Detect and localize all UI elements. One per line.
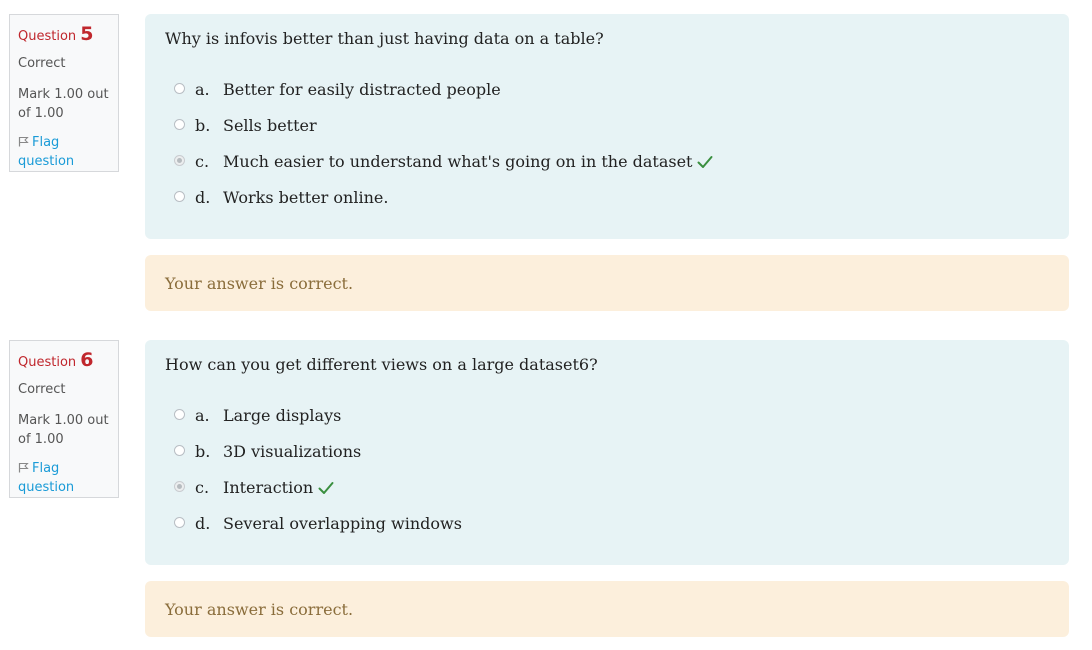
- answer-text: Large displays: [223, 406, 342, 425]
- answer-letter: a.: [195, 406, 210, 425]
- checkmark-icon: [318, 482, 334, 494]
- answer-radio-selected[interactable]: [174, 481, 185, 492]
- answer-radio[interactable]: [174, 83, 185, 94]
- question-number-value: 6: [80, 349, 94, 371]
- answer-option[interactable]: d. Works better online.: [165, 188, 1049, 224]
- question-text: How can you get different views on a lar…: [165, 355, 598, 374]
- answer-letter: d.: [195, 514, 211, 533]
- question-text: Why is infovis better than just having d…: [165, 29, 604, 48]
- answer-radio[interactable]: [174, 445, 185, 456]
- answer-list: a. Better for easily distracted people b…: [165, 80, 1049, 224]
- question-label: Question: [18, 29, 77, 44]
- answer-text: Interaction: [223, 478, 334, 498]
- answer-option-selected[interactable]: c. Much easier to understand what's goin…: [165, 152, 1049, 188]
- question-label: Question: [18, 355, 77, 370]
- answer-radio[interactable]: [174, 119, 185, 130]
- question-state: Correct: [18, 382, 66, 397]
- checkmark-icon: [697, 156, 713, 168]
- answer-radio-selected[interactable]: [174, 155, 185, 166]
- question-grade: Mark 1.00 out of 1.00: [18, 413, 109, 447]
- answer-letter: b.: [195, 442, 211, 461]
- answer-text: Several overlapping windows: [223, 514, 462, 533]
- question-number: Question 5: [18, 23, 110, 45]
- question-number: Question 6: [18, 349, 110, 371]
- question-formulation: Why is infovis better than just having d…: [145, 14, 1069, 239]
- answer-text: Sells better: [223, 116, 317, 135]
- answer-option-selected[interactable]: c. Interaction: [165, 478, 1049, 514]
- answer-list: a. Large displays b. 3D visualizations c…: [165, 406, 1049, 550]
- answer-text: 3D visualizations: [223, 442, 362, 461]
- answer-option[interactable]: a. Large displays: [165, 406, 1049, 442]
- answer-letter: c.: [195, 478, 210, 497]
- feedback-box: Your answer is correct.: [145, 255, 1069, 311]
- answer-text-value: Interaction: [223, 478, 314, 497]
- question-grade: Mark 1.00 out of 1.00: [18, 87, 109, 121]
- answer-text-value: Much easier to understand what's going o…: [223, 152, 693, 171]
- question-state: Correct: [18, 56, 66, 71]
- answer-letter: a.: [195, 80, 210, 99]
- flag-question-link[interactable]: Flag question: [18, 459, 110, 497]
- answer-option[interactable]: b. 3D visualizations: [165, 442, 1049, 478]
- feedback-box: Your answer is correct.: [145, 581, 1069, 637]
- answer-option[interactable]: a. Better for easily distracted people: [165, 80, 1049, 116]
- answer-text: Better for easily distracted people: [223, 80, 501, 99]
- flag-question-link[interactable]: Flag question: [18, 133, 110, 171]
- feedback-text: Your answer is correct.: [165, 599, 354, 619]
- question-number-value: 5: [80, 23, 94, 45]
- answer-letter: c.: [195, 152, 210, 171]
- answer-radio[interactable]: [174, 191, 185, 202]
- question-info: Question 6 Correct Mark 1.00 out of 1.00…: [9, 340, 119, 498]
- flag-icon: [18, 137, 29, 147]
- feedback-text: Your answer is correct.: [165, 273, 354, 293]
- answer-option[interactable]: b. Sells better: [165, 116, 1049, 152]
- answer-radio[interactable]: [174, 517, 185, 528]
- answer-radio[interactable]: [174, 409, 185, 420]
- flag-icon: [18, 463, 29, 473]
- answer-letter: b.: [195, 116, 211, 135]
- answer-text: Works better online.: [223, 188, 389, 207]
- question-info: Question 5 Correct Mark 1.00 out of 1.00…: [9, 14, 119, 172]
- answer-letter: d.: [195, 188, 211, 207]
- answer-text: Much easier to understand what's going o…: [223, 152, 713, 172]
- answer-option[interactable]: d. Several overlapping windows: [165, 514, 1049, 550]
- question-formulation: How can you get different views on a lar…: [145, 340, 1069, 565]
